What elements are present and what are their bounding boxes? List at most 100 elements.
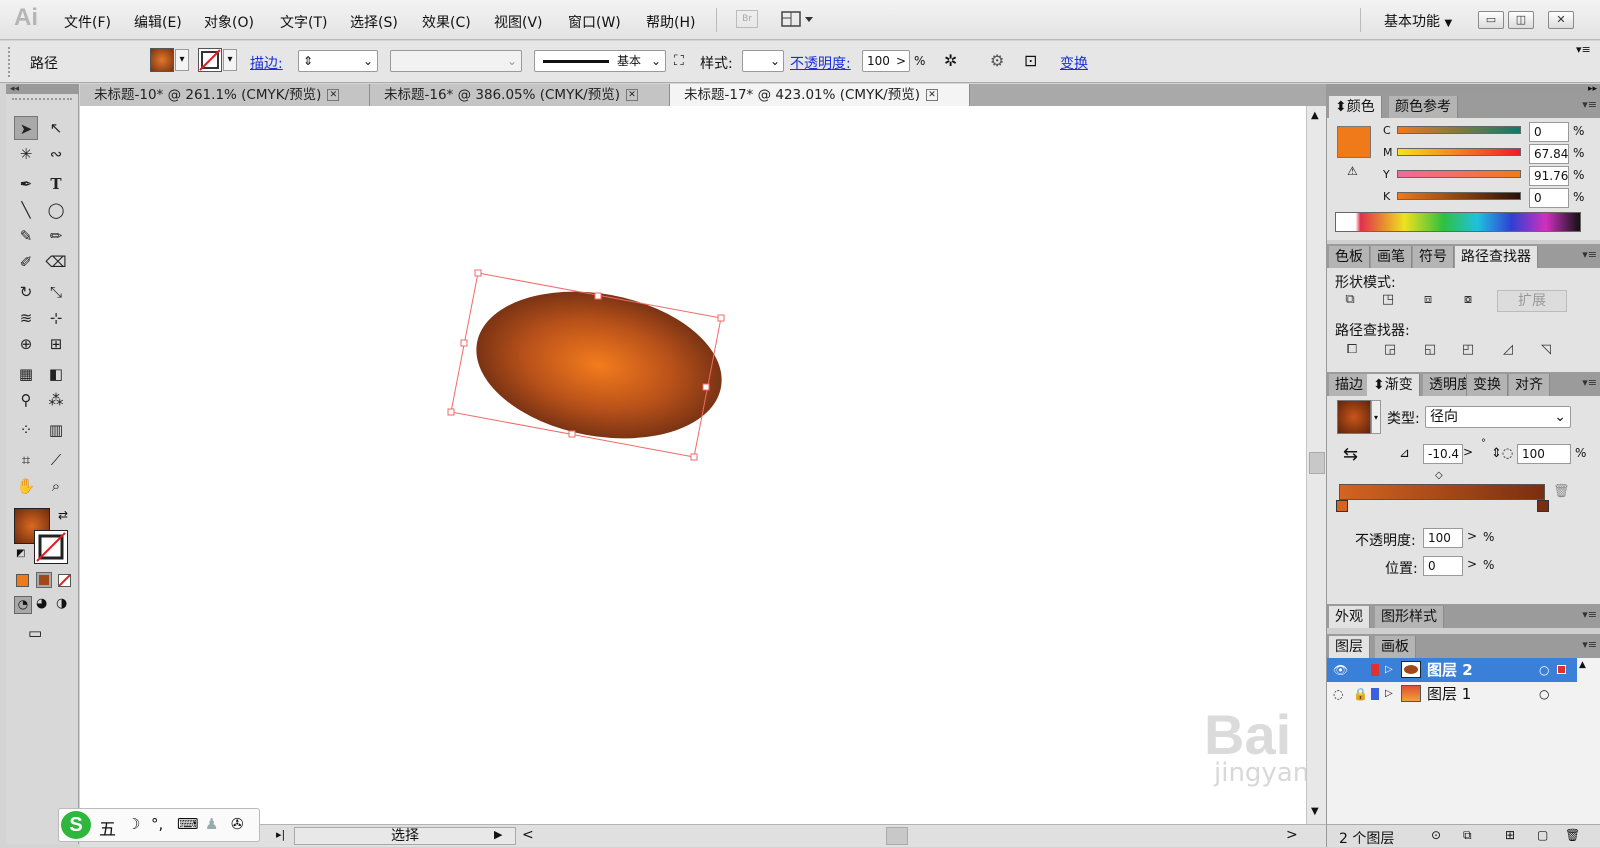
variable-width-profile[interactable]: ⌄ [390,50,522,72]
tab-layers[interactable]: 图层 [1329,636,1370,658]
slice-tool-icon[interactable]: ⟋ [44,448,68,472]
line-tool-icon[interactable]: ╲ [14,198,38,222]
gradient-stop-start[interactable] [1336,500,1348,512]
draw-behind-icon[interactable]: ◕ [36,596,47,611]
chevron-down-icon[interactable]: ▼ [1311,806,1319,817]
chevron-right-icon[interactable]: > [1286,827,1298,843]
symbol-sprayer-tool-icon[interactable]: ⁘ [14,418,38,442]
brush-definition[interactable]: 基本 ⌄ [534,50,666,72]
scale-tool-icon[interactable]: ⤡ [44,280,68,304]
hscroll-thumb[interactable] [886,827,908,845]
unite-icon[interactable]: ⧉ [1339,290,1361,310]
stop-location-input[interactable]: 0 [1423,556,1463,576]
layer-row-2[interactable]: 👁 ▷ 图层 2 ○ [1327,658,1577,682]
menu-view[interactable]: 视图(V) [494,12,543,32]
hand-tool-icon[interactable]: ✋ [14,474,38,498]
direct-selection-tool-icon[interactable]: ↖ [44,116,68,140]
fill-swatch[interactable] [150,48,174,72]
tab-transparency[interactable]: 透明度 [1423,374,1467,396]
type-tool-icon[interactable]: T [44,172,68,196]
status-mode[interactable]: 选择 [294,827,516,845]
tab-gradient[interactable]: ⬍渐变 [1367,374,1420,396]
tab-symbols[interactable]: 符号 [1413,246,1454,268]
stroke-weight-field[interactable]: ⇕ ⌄ [298,50,378,72]
perspective-grid-tool-icon[interactable]: ⊞ [44,332,68,356]
menu-type[interactable]: 文字(T) [280,12,327,32]
doc-tab-16[interactable]: 未标题-16* @ 386.05% (CMYK/预览) ✕ [370,84,670,106]
close-icon[interactable]: ✕ [926,89,938,101]
workspace-switcher[interactable]: 基本功能 ▼ [1384,11,1452,31]
target-icon[interactable]: ○ [1539,658,1549,682]
eraser-tool-icon[interactable]: ⌫ [44,250,68,274]
blend-tool-icon[interactable]: ⁂ [44,388,68,412]
channel-m-input[interactable]: 67.84 [1529,144,1569,164]
user-icon[interactable]: ♟ [205,815,218,833]
panel-menu-icon[interactable]: ▾≡ [1582,248,1597,261]
caret-right-icon[interactable]: ▶ [494,828,502,841]
last-artboard-icon[interactable]: ▸| [276,828,285,841]
artboard-tool-icon[interactable]: ⌗ [14,448,38,472]
gradient-slider[interactable] [1339,484,1545,500]
close-icon[interactable]: ✕ [626,89,638,101]
screen-mode-icon[interactable]: ▭ [28,624,42,642]
menu-window[interactable]: 窗口(W) [568,12,621,32]
new-layer-icon[interactable]: ▢ [1537,828,1548,842]
intersect-icon[interactable]: ⧈ [1417,290,1439,310]
channel-k-input[interactable]: 0 [1529,188,1569,208]
maximize-button[interactable]: ◫ [1508,11,1534,29]
artboard-canvas[interactable]: Bai 经验 jingyan.baidu.com [80,106,1454,826]
opacity-label-link[interactable]: 不透明度: [790,53,851,73]
transform-link[interactable]: 变换 [1060,53,1088,73]
trim-icon[interactable]: ◲ [1379,340,1401,360]
gradient-type-select[interactable]: 径向 ⌄ [1425,406,1571,428]
bridge-button[interactable]: Br [736,10,758,28]
minus-front-icon[interactable]: ◳ [1377,290,1399,310]
caret-right-icon[interactable]: ▷ [1385,658,1393,682]
panel-menu-icon[interactable]: ▾≡ [1582,376,1597,389]
tab-stroke[interactable]: 描边 [1329,374,1370,396]
menu-edit[interactable]: 编辑(E) [134,12,182,32]
free-transform-tool-icon[interactable]: ⊹ [44,306,68,330]
target-icon[interactable]: ○ [1539,682,1549,706]
tab-graphic-styles[interactable]: 图形样式 [1375,606,1444,628]
tab-swatches[interactable]: 色板 [1329,246,1370,268]
gradient-angle-input[interactable]: -10.4 [1423,444,1463,464]
eye-icon[interactable]: 👁 [1333,658,1348,682]
midpoint-diamond-icon[interactable]: ◇ [1435,470,1443,481]
chevron-left-icon[interactable]: < [522,827,534,843]
panel-menu-icon[interactable]: ▾≡ [1582,98,1597,111]
color-swatch[interactable] [1337,126,1371,158]
magic-wand-tool-icon[interactable]: ✳ [14,142,38,166]
doc-tab-10[interactable]: 未标题-10* @ 261.1% (CMYK/预览) ✕ [80,84,370,106]
warp-tool-icon[interactable]: ≋ [14,306,38,330]
chevron-right-icon[interactable]: > [1467,529,1477,543]
close-button[interactable]: ✕ [1548,11,1574,29]
crop-icon[interactable]: ◰ [1457,340,1479,360]
stroke-swatch[interactable] [198,48,222,72]
draw-normal-icon[interactable]: ◔ [14,596,32,614]
trash-icon[interactable]: 🗑 [1553,484,1570,499]
merge-icon[interactable]: ◱ [1419,340,1441,360]
zoom-tool-icon[interactable]: ⌕ [44,474,68,498]
recolor-artwork-icon[interactable]: ✲ [944,51,957,70]
default-colors-icon[interactable]: ◩ [16,548,25,559]
fill-dropdown[interactable]: ▾ [175,49,189,71]
grip-handle[interactable] [8,47,12,77]
rotate-tool-icon[interactable]: ↻ [14,280,38,304]
blob-brush-tool-icon[interactable]: ✐ [14,250,38,274]
exclude-icon[interactable]: ⧇ [1457,290,1479,310]
layer-row-1[interactable]: ◌ 🔒 ▷ 图层 1 ○ [1327,682,1577,706]
menu-file[interactable]: 文件(F) [64,12,111,32]
panel-menu-icon[interactable]: ▾≡ [1582,638,1597,651]
pencil-tool-icon[interactable]: ✏ [44,224,68,248]
swap-colors-icon[interactable]: ⇄ [58,508,68,522]
chevron-right-icon[interactable]: > [896,54,906,68]
color-mode-icon[interactable] [16,574,29,587]
channel-m-slider[interactable] [1397,148,1521,156]
tab-align[interactable]: 对齐 [1509,374,1550,396]
color-spectrum[interactable] [1335,212,1581,232]
minimize-button[interactable]: ▭ [1478,11,1504,29]
minus-back-icon[interactable]: ◹ [1535,340,1557,360]
gradient-swatch[interactable] [1337,400,1371,434]
ime-mode[interactable]: 五 [99,815,116,840]
